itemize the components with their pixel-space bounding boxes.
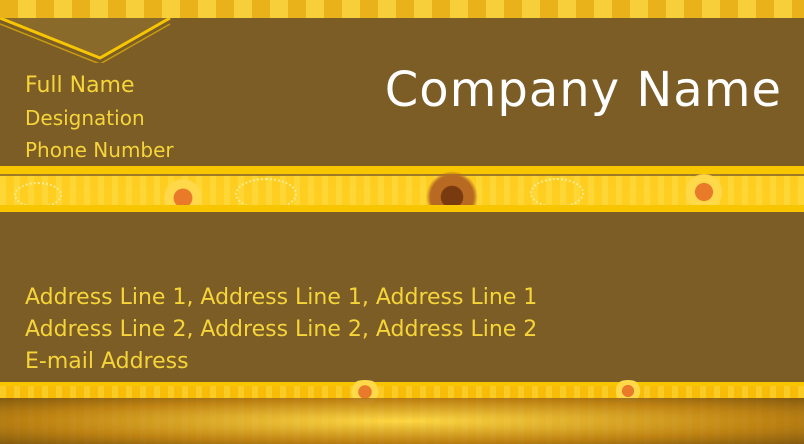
full-name: Full Name xyxy=(25,73,135,98)
email-address: E-mail Address xyxy=(25,349,189,374)
company-name: Company Name xyxy=(384,62,782,118)
gold-divider-line xyxy=(0,166,804,174)
bottom-floral-border xyxy=(0,398,804,444)
phone-number: Phone Number xyxy=(25,138,174,162)
gold-divider-line xyxy=(0,382,804,386)
chevron-ornament xyxy=(0,18,171,63)
top-floral-border xyxy=(0,0,804,18)
designation: Designation xyxy=(25,106,145,130)
address-line-2: Address Line 2, Address Line 2, Address … xyxy=(25,317,538,342)
address-line-1: Address Line 1, Address Line 1, Address … xyxy=(25,285,538,310)
address-block: Address Line 1, Address Line 1, Address … xyxy=(25,282,537,378)
business-card: Full Name Designation Phone Number Compa… xyxy=(0,0,804,444)
contact-block: Full Name Designation Phone Number xyxy=(25,70,174,166)
gold-divider-line xyxy=(0,205,804,212)
divider-shadow xyxy=(0,174,804,176)
paisley-ornament xyxy=(530,178,584,208)
